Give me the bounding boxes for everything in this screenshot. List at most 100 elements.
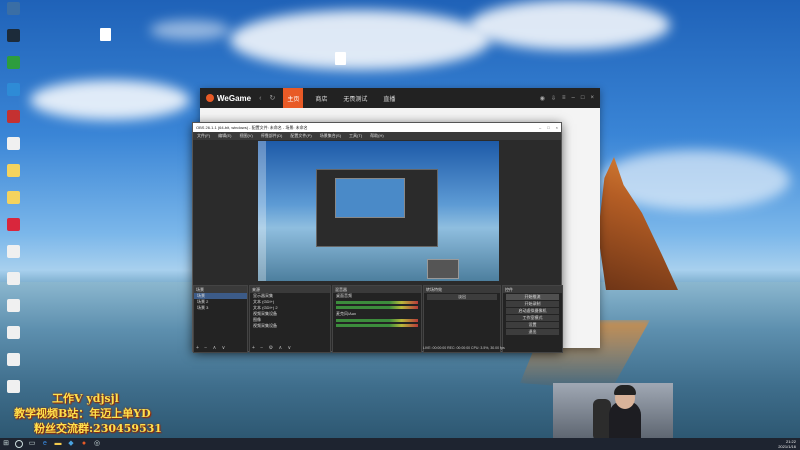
obs-titlebar: OBS 26.1.1 (64-bit, windows) - 配置文件: 未命名…: [193, 123, 561, 132]
edge-icon[interactable]: e: [41, 440, 49, 448]
desktop-icon[interactable]: [2, 243, 28, 269]
desktop-icon[interactable]: [2, 351, 28, 377]
search-icon[interactable]: [15, 440, 23, 448]
obs-preview[interactable]: [258, 141, 499, 281]
desktop-icon[interactable]: [2, 297, 28, 323]
source-item[interactable]: 视频采集设备: [250, 323, 330, 329]
download-icon[interactable]: ⇩: [551, 95, 556, 102]
desktop-file[interactable]: [95, 28, 115, 41]
audio-meter[interactable]: [336, 319, 418, 322]
app-icon: [7, 272, 20, 285]
desktop-icon[interactable]: [2, 81, 28, 107]
desktop-icon[interactable]: [2, 108, 28, 134]
webcam-overlay: [553, 383, 673, 441]
app-icon: [7, 326, 20, 339]
exit-button[interactable]: 退出: [506, 329, 559, 335]
desktop-icon[interactable]: [2, 189, 28, 215]
minimize-icon[interactable]: –: [539, 125, 541, 130]
mixer-channel: 麦克风/Aux: [336, 311, 357, 316]
desktop-icon[interactable]: [2, 135, 28, 161]
close-icon[interactable]: ×: [556, 125, 558, 130]
desktop-icon[interactable]: [2, 162, 28, 188]
desktop-icon[interactable]: [2, 378, 28, 404]
wegame-topbar: WeGame ‹ ↻ 主页 商店 无畏测试 直播 ◉ ⇩ ≡ – □ ×: [200, 88, 600, 108]
app-icon: [7, 353, 20, 366]
app-icon: [7, 191, 20, 204]
watermark-line: 教学视频B站：年迈上单YD: [14, 407, 151, 420]
maximize-icon[interactable]: □: [547, 125, 549, 130]
obs-menubar: 文件(F) 编辑(E) 视图(V) 停靠部件(D) 配置文件(P) 场景集合(S…: [193, 132, 561, 140]
system-clock[interactable]: 21:22 2021/1/16: [778, 439, 796, 449]
virtual-camera-button[interactable]: 启动虚拟摄像机: [506, 308, 559, 314]
desktop-icon[interactable]: [2, 216, 28, 242]
task-view-icon[interactable]: ▭: [28, 440, 36, 448]
controls-title: 控件: [503, 286, 562, 293]
scenes-title: 场景: [194, 286, 247, 293]
desktop-icon[interactable]: [2, 324, 28, 350]
menu-docks[interactable]: 停靠部件(D): [261, 133, 283, 139]
obs-icon[interactable]: ◎: [93, 440, 101, 448]
audio-meter[interactable]: [336, 301, 418, 304]
app-icon: [7, 29, 20, 42]
audio-meter[interactable]: [336, 306, 418, 309]
tab-test[interactable]: 无畏测试: [339, 88, 371, 108]
user-icon[interactable]: ◉: [540, 95, 545, 102]
cloud: [470, 0, 670, 50]
refresh-icon[interactable]: ↻: [269, 94, 275, 102]
start-icon[interactable]: ⊞: [2, 440, 10, 448]
cloud: [150, 20, 230, 40]
menu-tools[interactable]: 工具(T): [349, 133, 362, 139]
app-icon: [7, 110, 20, 123]
menu-edit[interactable]: 编辑(E): [218, 133, 231, 139]
minimize-icon[interactable]: –: [572, 95, 575, 102]
app-icon: [7, 380, 20, 393]
watermark-line: 粉丝交流群:230459531: [34, 422, 162, 435]
obs-window[interactable]: OBS 26.1.1 (64-bit, windows) - 配置文件: 未命名…: [192, 122, 563, 353]
menu-icon[interactable]: ≡: [562, 95, 566, 102]
transition-select[interactable]: 淡出: [427, 294, 497, 300]
mixer-channel: 桌面音频: [336, 293, 352, 298]
wegame-logo: WeGame: [206, 94, 251, 103]
app-icon: [7, 83, 20, 96]
menu-profile[interactable]: 配置文件(P): [290, 133, 311, 139]
watermark-line: 工作V ydjsjl: [52, 392, 119, 405]
app-icon: [7, 299, 20, 312]
desktop-icon[interactable]: [2, 270, 28, 296]
maximize-icon[interactable]: □: [581, 95, 585, 102]
menu-help[interactable]: 帮助(H): [370, 133, 384, 139]
app-icon: [7, 2, 20, 15]
wegame-icon[interactable]: ●: [80, 440, 88, 448]
desktop-icon[interactable]: [2, 27, 28, 53]
app-icon: [7, 137, 20, 150]
taskbar: ⊞ ▭ e ▬ ◆ ● ◎ 21:22 2021/1/16: [0, 438, 800, 450]
app-icon: [7, 245, 20, 258]
obs-statusbar: LIVE: 00:00:00 REC: 00:00:00 CPU: 3.5%, …: [423, 346, 505, 350]
desktop-icon-column: [2, 0, 32, 405]
scene-tools[interactable]: + − ∧ ∨: [196, 345, 227, 351]
tab-store[interactable]: 商店: [311, 88, 331, 108]
start-streaming-button[interactable]: 开始推流: [506, 294, 559, 300]
nested-preview: [316, 169, 438, 247]
tab-home[interactable]: 主页: [283, 88, 304, 108]
tab-live[interactable]: 直播: [379, 88, 399, 108]
transitions-title: 转场特效: [424, 286, 500, 293]
start-recording-button[interactable]: 开始录制: [506, 301, 559, 307]
settings-button[interactable]: 设置: [506, 322, 559, 328]
app-icon[interactable]: ◆: [67, 440, 75, 448]
desktop-icon[interactable]: [2, 0, 28, 26]
desktop-file[interactable]: [330, 52, 350, 65]
studio-mode-button[interactable]: 工作室模式: [506, 315, 559, 321]
obs-title: OBS 26.1.1 (64-bit, windows) - 配置文件: 未命名…: [196, 124, 308, 130]
menu-view[interactable]: 视图(V): [239, 133, 252, 139]
transitions-dock: 转场特效 淡出: [423, 285, 501, 353]
menu-scene-collection[interactable]: 场景集合(S): [320, 133, 341, 139]
scene-item[interactable]: 场景 3: [194, 305, 247, 311]
source-tools[interactable]: + − ⚙ ∧ ∨: [252, 345, 293, 351]
menu-file[interactable]: 文件(F): [197, 133, 210, 139]
back-icon[interactable]: ‹: [259, 95, 261, 102]
close-icon[interactable]: ×: [590, 95, 594, 102]
desktop-icon[interactable]: [2, 54, 28, 80]
audio-meter[interactable]: [336, 324, 418, 327]
folder-icon[interactable]: ▬: [54, 440, 62, 448]
sources-dock: 来源 显示器采集 文本 (GDI+) 文本 (GDI+) 2 视频采集设备 图像…: [249, 285, 331, 353]
